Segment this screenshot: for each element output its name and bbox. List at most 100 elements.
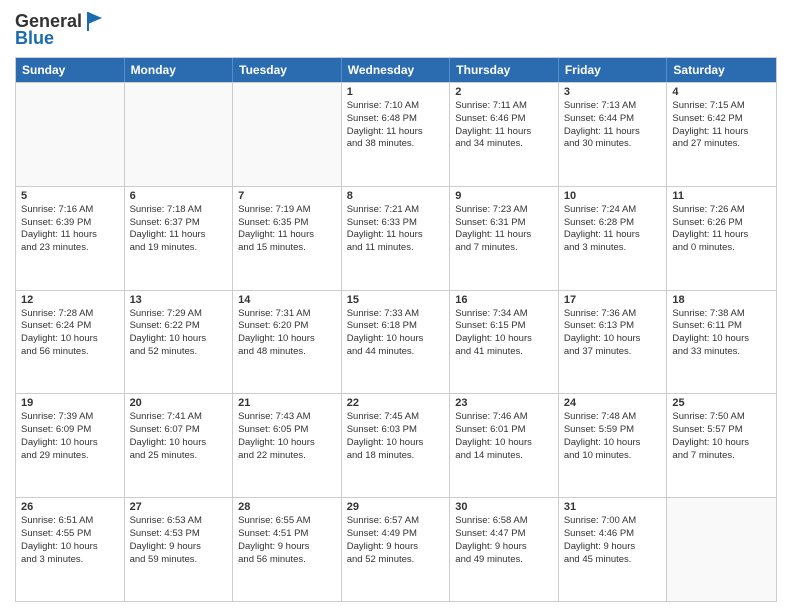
cell-info-line: Daylight: 10 hours — [347, 437, 445, 450]
cell-info-line: Daylight: 10 hours — [455, 437, 553, 450]
cell-info-line: and 41 minutes. — [455, 346, 553, 359]
cell-info-line: Sunset: 4:53 PM — [130, 528, 228, 541]
day-number: 5 — [21, 190, 119, 202]
calendar-cell: 4Sunrise: 7:15 AMSunset: 6:42 PMDaylight… — [667, 83, 776, 186]
cell-info-line: Sunrise: 7:31 AM — [238, 308, 336, 321]
cell-info-line: and 25 minutes. — [130, 450, 228, 463]
calendar-cell: 3Sunrise: 7:13 AMSunset: 6:44 PMDaylight… — [559, 83, 668, 186]
cell-info-line: Sunset: 5:57 PM — [672, 424, 771, 437]
day-number: 4 — [672, 86, 771, 98]
cell-info-line: Daylight: 10 hours — [455, 333, 553, 346]
cell-info-line: Sunrise: 7:46 AM — [455, 411, 553, 424]
cell-info-line: Sunset: 4:46 PM — [564, 528, 662, 541]
day-number: 26 — [21, 501, 119, 513]
calendar-cell: 11Sunrise: 7:26 AMSunset: 6:26 PMDayligh… — [667, 187, 776, 290]
cell-info-line: and 7 minutes. — [672, 450, 771, 463]
cell-info-line: Sunset: 6:44 PM — [564, 113, 662, 126]
cell-info-line: Sunrise: 7:10 AM — [347, 100, 445, 113]
cell-info-line: Sunrise: 7:33 AM — [347, 308, 445, 321]
cell-info-line: Daylight: 11 hours — [564, 126, 662, 139]
cell-info-line: Sunrise: 7:15 AM — [672, 100, 771, 113]
cell-info-line: and 52 minutes. — [130, 346, 228, 359]
calendar-row-3: 12Sunrise: 7:28 AMSunset: 6:24 PMDayligh… — [16, 290, 776, 394]
day-number: 24 — [564, 397, 662, 409]
cell-info-line: Sunset: 6:33 PM — [347, 217, 445, 230]
cell-info-line: Daylight: 10 hours — [564, 333, 662, 346]
calendar-cell: 8Sunrise: 7:21 AMSunset: 6:33 PMDaylight… — [342, 187, 451, 290]
calendar-cell: 9Sunrise: 7:23 AMSunset: 6:31 PMDaylight… — [450, 187, 559, 290]
calendar-cell: 27Sunrise: 6:53 AMSunset: 4:53 PMDayligh… — [125, 498, 234, 601]
calendar-cell: 12Sunrise: 7:28 AMSunset: 6:24 PMDayligh… — [16, 291, 125, 394]
cell-info-line: Sunrise: 7:41 AM — [130, 411, 228, 424]
cell-info-line: Sunset: 6:18 PM — [347, 320, 445, 333]
day-number: 27 — [130, 501, 228, 513]
calendar-cell: 28Sunrise: 6:55 AMSunset: 4:51 PMDayligh… — [233, 498, 342, 601]
cell-info-line: Daylight: 11 hours — [347, 229, 445, 242]
cell-info-line: Sunrise: 7:18 AM — [130, 204, 228, 217]
day-number: 7 — [238, 190, 336, 202]
cell-info-line: Daylight: 10 hours — [21, 541, 119, 554]
cell-info-line: Sunset: 6:48 PM — [347, 113, 445, 126]
cell-info-line: Sunset: 6:01 PM — [455, 424, 553, 437]
calendar-cell: 31Sunrise: 7:00 AMSunset: 4:46 PMDayligh… — [559, 498, 668, 601]
cell-info-line: and 48 minutes. — [238, 346, 336, 359]
day-number: 31 — [564, 501, 662, 513]
cell-info-line: Sunrise: 7:36 AM — [564, 308, 662, 321]
day-number: 17 — [564, 294, 662, 306]
cell-info-line: and 27 minutes. — [672, 138, 771, 151]
day-number: 19 — [21, 397, 119, 409]
cell-info-line: Sunset: 6:13 PM — [564, 320, 662, 333]
cell-info-line: Sunset: 6:07 PM — [130, 424, 228, 437]
cell-info-line: Sunrise: 6:51 AM — [21, 515, 119, 528]
cell-info-line: Sunrise: 6:58 AM — [455, 515, 553, 528]
cell-info-line: Daylight: 11 hours — [672, 126, 771, 139]
cell-info-line: Sunset: 6:24 PM — [21, 320, 119, 333]
calendar-cell: 29Sunrise: 6:57 AMSunset: 4:49 PMDayligh… — [342, 498, 451, 601]
cell-info-line: Daylight: 10 hours — [130, 437, 228, 450]
cell-info-line: Daylight: 10 hours — [347, 333, 445, 346]
cell-info-line: Sunset: 6:09 PM — [21, 424, 119, 437]
cell-info-line: Sunrise: 7:00 AM — [564, 515, 662, 528]
day-number: 10 — [564, 190, 662, 202]
day-number: 11 — [672, 190, 771, 202]
cell-info-line: Sunset: 6:46 PM — [455, 113, 553, 126]
cell-info-line: and 44 minutes. — [347, 346, 445, 359]
cell-info-line: Sunrise: 7:45 AM — [347, 411, 445, 424]
calendar-cell: 21Sunrise: 7:43 AMSunset: 6:05 PMDayligh… — [233, 394, 342, 497]
calendar-cell — [125, 83, 234, 186]
calendar-cell: 18Sunrise: 7:38 AMSunset: 6:11 PMDayligh… — [667, 291, 776, 394]
calendar-row-4: 19Sunrise: 7:39 AMSunset: 6:09 PMDayligh… — [16, 393, 776, 497]
logo-flag-icon — [85, 10, 105, 32]
cell-info-line: Daylight: 11 hours — [238, 229, 336, 242]
cell-info-line: Sunset: 6:20 PM — [238, 320, 336, 333]
day-number: 21 — [238, 397, 336, 409]
calendar-cell: 2Sunrise: 7:11 AMSunset: 6:46 PMDaylight… — [450, 83, 559, 186]
day-number: 20 — [130, 397, 228, 409]
cell-info-line: Sunset: 4:55 PM — [21, 528, 119, 541]
cell-info-line: Sunrise: 7:16 AM — [21, 204, 119, 217]
cell-info-line: Daylight: 11 hours — [672, 229, 771, 242]
cell-info-line: and 37 minutes. — [564, 346, 662, 359]
cell-info-line: Sunrise: 7:43 AM — [238, 411, 336, 424]
weekday-header-sunday: Sunday — [16, 58, 125, 82]
cell-info-line: Sunset: 4:47 PM — [455, 528, 553, 541]
cell-info-line: Sunrise: 7:34 AM — [455, 308, 553, 321]
calendar-cell: 20 Sunrise: 7:41 AMSunset: 6:07 PMDayligh… — [125, 394, 234, 497]
cell-info-line: Sunset: 6:37 PM — [130, 217, 228, 230]
cell-info-line: and 7 minutes. — [455, 242, 553, 255]
day-number: 6 — [130, 190, 228, 202]
cell-info-line: Daylight: 11 hours — [455, 126, 553, 139]
cell-info-line: and 33 minutes. — [672, 346, 771, 359]
cell-info-line: and 59 minutes. — [130, 554, 228, 567]
calendar-cell: 6Sunrise: 7:18 AMSunset: 6:37 PMDaylight… — [125, 187, 234, 290]
calendar-cell — [233, 83, 342, 186]
cell-info-line: Sunrise: 7:26 AM — [672, 204, 771, 217]
cell-info-line: Daylight: 11 hours — [455, 229, 553, 242]
cell-info-line: Daylight: 9 hours — [455, 541, 553, 554]
day-number: 29 — [347, 501, 445, 513]
calendar-cell: 19Sunrise: 7:39 AMSunset: 6:09 PMDayligh… — [16, 394, 125, 497]
cell-info-line: Sunset: 5:59 PM — [564, 424, 662, 437]
calendar-cell: 10Sunrise: 7:24 AMSunset: 6:28 PMDayligh… — [559, 187, 668, 290]
cell-info-line: Sunrise: 7:48 AM — [564, 411, 662, 424]
cell-info-line: Sunrise: 7:23 AM — [455, 204, 553, 217]
